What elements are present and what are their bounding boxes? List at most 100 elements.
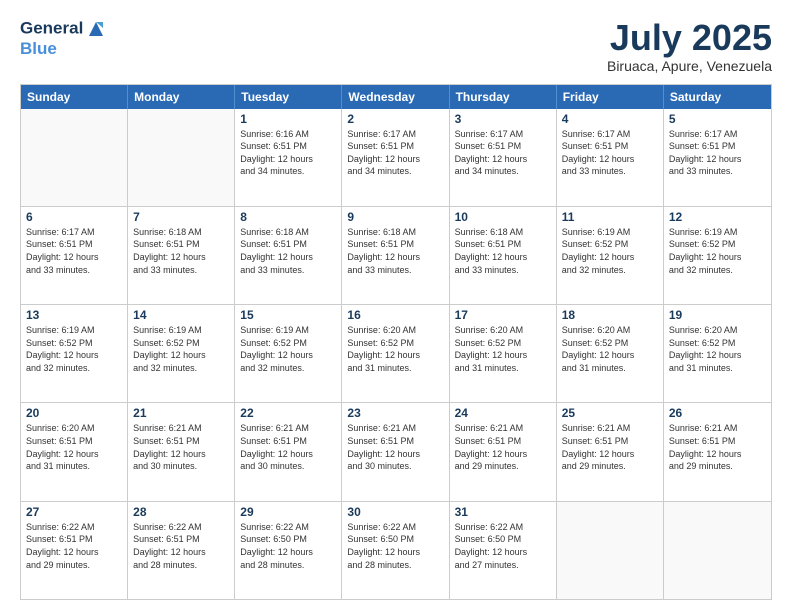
cal-cell: 12 Sunrise: 6:19 AM Sunset: 6:52 PM Dayli… bbox=[664, 207, 771, 304]
day-info: Sunrise: 6:18 AM Sunset: 6:51 PM Dayligh… bbox=[133, 226, 229, 276]
day-info: Sunrise: 6:16 AM Sunset: 6:51 PM Dayligh… bbox=[240, 128, 336, 178]
title-block: July 2025 Biruaca, Apure, Venezuela bbox=[607, 18, 772, 74]
cal-cell bbox=[557, 502, 664, 599]
cal-cell: 1 Sunrise: 6:16 AM Sunset: 6:51 PM Daylig… bbox=[235, 109, 342, 206]
day-info: Sunrise: 6:19 AM Sunset: 6:52 PM Dayligh… bbox=[26, 324, 122, 374]
day-of-week-thursday: Thursday bbox=[450, 85, 557, 109]
cal-cell: 2 Sunrise: 6:17 AM Sunset: 6:51 PM Daylig… bbox=[342, 109, 449, 206]
day-of-week-sunday: Sunday bbox=[21, 85, 128, 109]
day-number: 29 bbox=[240, 505, 336, 519]
day-number: 4 bbox=[562, 112, 658, 126]
cal-cell: 27 Sunrise: 6:22 AM Sunset: 6:51 PM Dayli… bbox=[21, 502, 128, 599]
day-number: 24 bbox=[455, 406, 551, 420]
day-number: 23 bbox=[347, 406, 443, 420]
cal-cell: 26 Sunrise: 6:21 AM Sunset: 6:51 PM Dayli… bbox=[664, 403, 771, 500]
week-row-5: 27 Sunrise: 6:22 AM Sunset: 6:51 PM Dayli… bbox=[21, 501, 771, 599]
cal-cell: 15Sunrise: 6:19 AM Sunset: 6:52 PM Dayli… bbox=[235, 305, 342, 402]
day-info: Sunrise: 6:18 AM Sunset: 6:51 PM Dayligh… bbox=[455, 226, 551, 276]
day-number: 31 bbox=[455, 505, 551, 519]
day-number: 14 bbox=[133, 308, 229, 322]
day-of-week-monday: Monday bbox=[128, 85, 235, 109]
month-title: July 2025 bbox=[607, 18, 772, 58]
day-of-week-tuesday: Tuesday bbox=[235, 85, 342, 109]
logo-text: General bbox=[20, 18, 107, 40]
day-info: Sunrise: 6:20 AM Sunset: 6:52 PM Dayligh… bbox=[455, 324, 551, 374]
cal-cell bbox=[664, 502, 771, 599]
cal-cell: 8Sunrise: 6:18 AM Sunset: 6:51 PM Daylig… bbox=[235, 207, 342, 304]
day-info: Sunrise: 6:18 AM Sunset: 6:51 PM Dayligh… bbox=[240, 226, 336, 276]
day-number: 22 bbox=[240, 406, 336, 420]
cal-cell: 9 Sunrise: 6:18 AM Sunset: 6:51 PM Daylig… bbox=[342, 207, 449, 304]
day-info: Sunrise: 6:22 AM Sunset: 6:51 PM Dayligh… bbox=[133, 521, 229, 571]
week-row-1: 1 Sunrise: 6:16 AM Sunset: 6:51 PM Daylig… bbox=[21, 109, 771, 206]
day-info: Sunrise: 6:17 AM Sunset: 6:51 PM Dayligh… bbox=[669, 128, 766, 178]
day-info: Sunrise: 6:20 AM Sunset: 6:52 PM Dayligh… bbox=[562, 324, 658, 374]
cal-cell: 17 Sunrise: 6:20 AM Sunset: 6:52 PM Dayli… bbox=[450, 305, 557, 402]
day-info: Sunrise: 6:22 AM Sunset: 6:51 PM Dayligh… bbox=[26, 521, 122, 571]
day-number: 1 bbox=[240, 112, 336, 126]
logo-blue: Blue bbox=[20, 40, 107, 57]
day-info: Sunrise: 6:20 AM Sunset: 6:51 PM Dayligh… bbox=[26, 422, 122, 472]
day-info: Sunrise: 6:22 AM Sunset: 6:50 PM Dayligh… bbox=[347, 521, 443, 571]
day-of-week-saturday: Saturday bbox=[664, 85, 771, 109]
cal-cell: 7 Sunrise: 6:18 AM Sunset: 6:51 PM Daylig… bbox=[128, 207, 235, 304]
day-info: Sunrise: 6:17 AM Sunset: 6:51 PM Dayligh… bbox=[562, 128, 658, 178]
cal-cell: 13 Sunrise: 6:19 AM Sunset: 6:52 PM Dayli… bbox=[21, 305, 128, 402]
cal-cell: 29 Sunrise: 6:22 AM Sunset: 6:50 PM Dayli… bbox=[235, 502, 342, 599]
day-number: 27 bbox=[26, 505, 122, 519]
cal-cell: 22 Sunrise: 6:21 AM Sunset: 6:51 PM Dayli… bbox=[235, 403, 342, 500]
logo-icon bbox=[85, 18, 107, 40]
cal-cell: 25 Sunrise: 6:21 AM Sunset: 6:51 PM Dayli… bbox=[557, 403, 664, 500]
cal-cell: 14Sunrise: 6:19 AM Sunset: 6:52 PM Dayli… bbox=[128, 305, 235, 402]
calendar: SundayMondayTuesdayWednesdayThursdayFrid… bbox=[20, 84, 772, 600]
day-info: Sunrise: 6:21 AM Sunset: 6:51 PM Dayligh… bbox=[669, 422, 766, 472]
day-number: 17 bbox=[455, 308, 551, 322]
day-info: Sunrise: 6:19 AM Sunset: 6:52 PM Dayligh… bbox=[240, 324, 336, 374]
week-row-4: 20Sunrise: 6:20 AM Sunset: 6:51 PM Dayli… bbox=[21, 402, 771, 500]
day-number: 12 bbox=[669, 210, 766, 224]
day-info: Sunrise: 6:21 AM Sunset: 6:51 PM Dayligh… bbox=[240, 422, 336, 472]
day-of-week-friday: Friday bbox=[557, 85, 664, 109]
day-info: Sunrise: 6:17 AM Sunset: 6:51 PM Dayligh… bbox=[347, 128, 443, 178]
day-info: Sunrise: 6:20 AM Sunset: 6:52 PM Dayligh… bbox=[669, 324, 766, 374]
day-info: Sunrise: 6:21 AM Sunset: 6:51 PM Dayligh… bbox=[347, 422, 443, 472]
day-info: Sunrise: 6:17 AM Sunset: 6:51 PM Dayligh… bbox=[26, 226, 122, 276]
day-info: Sunrise: 6:21 AM Sunset: 6:51 PM Dayligh… bbox=[133, 422, 229, 472]
day-number: 18 bbox=[562, 308, 658, 322]
location-subtitle: Biruaca, Apure, Venezuela bbox=[607, 58, 772, 74]
day-number: 7 bbox=[133, 210, 229, 224]
cal-cell: 6Sunrise: 6:17 AM Sunset: 6:51 PM Daylig… bbox=[21, 207, 128, 304]
day-number: 11 bbox=[562, 210, 658, 224]
day-info: Sunrise: 6:19 AM Sunset: 6:52 PM Dayligh… bbox=[669, 226, 766, 276]
calendar-body: 1 Sunrise: 6:16 AM Sunset: 6:51 PM Daylig… bbox=[21, 109, 771, 599]
day-info: Sunrise: 6:21 AM Sunset: 6:51 PM Dayligh… bbox=[455, 422, 551, 472]
day-number: 9 bbox=[347, 210, 443, 224]
page-header: General Blue July 2025 Biruaca, Apure, V… bbox=[20, 18, 772, 74]
day-number: 13 bbox=[26, 308, 122, 322]
day-number: 16 bbox=[347, 308, 443, 322]
cal-cell: 20Sunrise: 6:20 AM Sunset: 6:51 PM Dayli… bbox=[21, 403, 128, 500]
cal-cell: 24 Sunrise: 6:21 AM Sunset: 6:51 PM Dayli… bbox=[450, 403, 557, 500]
cal-cell: 10Sunrise: 6:18 AM Sunset: 6:51 PM Dayli… bbox=[450, 207, 557, 304]
cal-cell: 18 Sunrise: 6:20 AM Sunset: 6:52 PM Dayli… bbox=[557, 305, 664, 402]
day-number: 21 bbox=[133, 406, 229, 420]
day-info: Sunrise: 6:22 AM Sunset: 6:50 PM Dayligh… bbox=[240, 521, 336, 571]
day-number: 2 bbox=[347, 112, 443, 126]
day-number: 25 bbox=[562, 406, 658, 420]
day-info: Sunrise: 6:21 AM Sunset: 6:51 PM Dayligh… bbox=[562, 422, 658, 472]
day-info: Sunrise: 6:19 AM Sunset: 6:52 PM Dayligh… bbox=[562, 226, 658, 276]
cal-cell: 30Sunrise: 6:22 AM Sunset: 6:50 PM Dayli… bbox=[342, 502, 449, 599]
cal-cell: 11 Sunrise: 6:19 AM Sunset: 6:52 PM Dayli… bbox=[557, 207, 664, 304]
day-info: Sunrise: 6:18 AM Sunset: 6:51 PM Dayligh… bbox=[347, 226, 443, 276]
day-info: Sunrise: 6:20 AM Sunset: 6:52 PM Dayligh… bbox=[347, 324, 443, 374]
cal-cell: 21 Sunrise: 6:21 AM Sunset: 6:51 PM Dayli… bbox=[128, 403, 235, 500]
day-number: 26 bbox=[669, 406, 766, 420]
day-number: 28 bbox=[133, 505, 229, 519]
cal-cell bbox=[128, 109, 235, 206]
week-row-3: 13 Sunrise: 6:19 AM Sunset: 6:52 PM Dayli… bbox=[21, 304, 771, 402]
cal-cell: 31Sunrise: 6:22 AM Sunset: 6:50 PM Dayli… bbox=[450, 502, 557, 599]
cal-cell: 19Sunrise: 6:20 AM Sunset: 6:52 PM Dayli… bbox=[664, 305, 771, 402]
cal-cell: 23 Sunrise: 6:21 AM Sunset: 6:51 PM Dayli… bbox=[342, 403, 449, 500]
day-number: 3 bbox=[455, 112, 551, 126]
calendar-header: SundayMondayTuesdayWednesdayThursdayFrid… bbox=[21, 85, 771, 109]
